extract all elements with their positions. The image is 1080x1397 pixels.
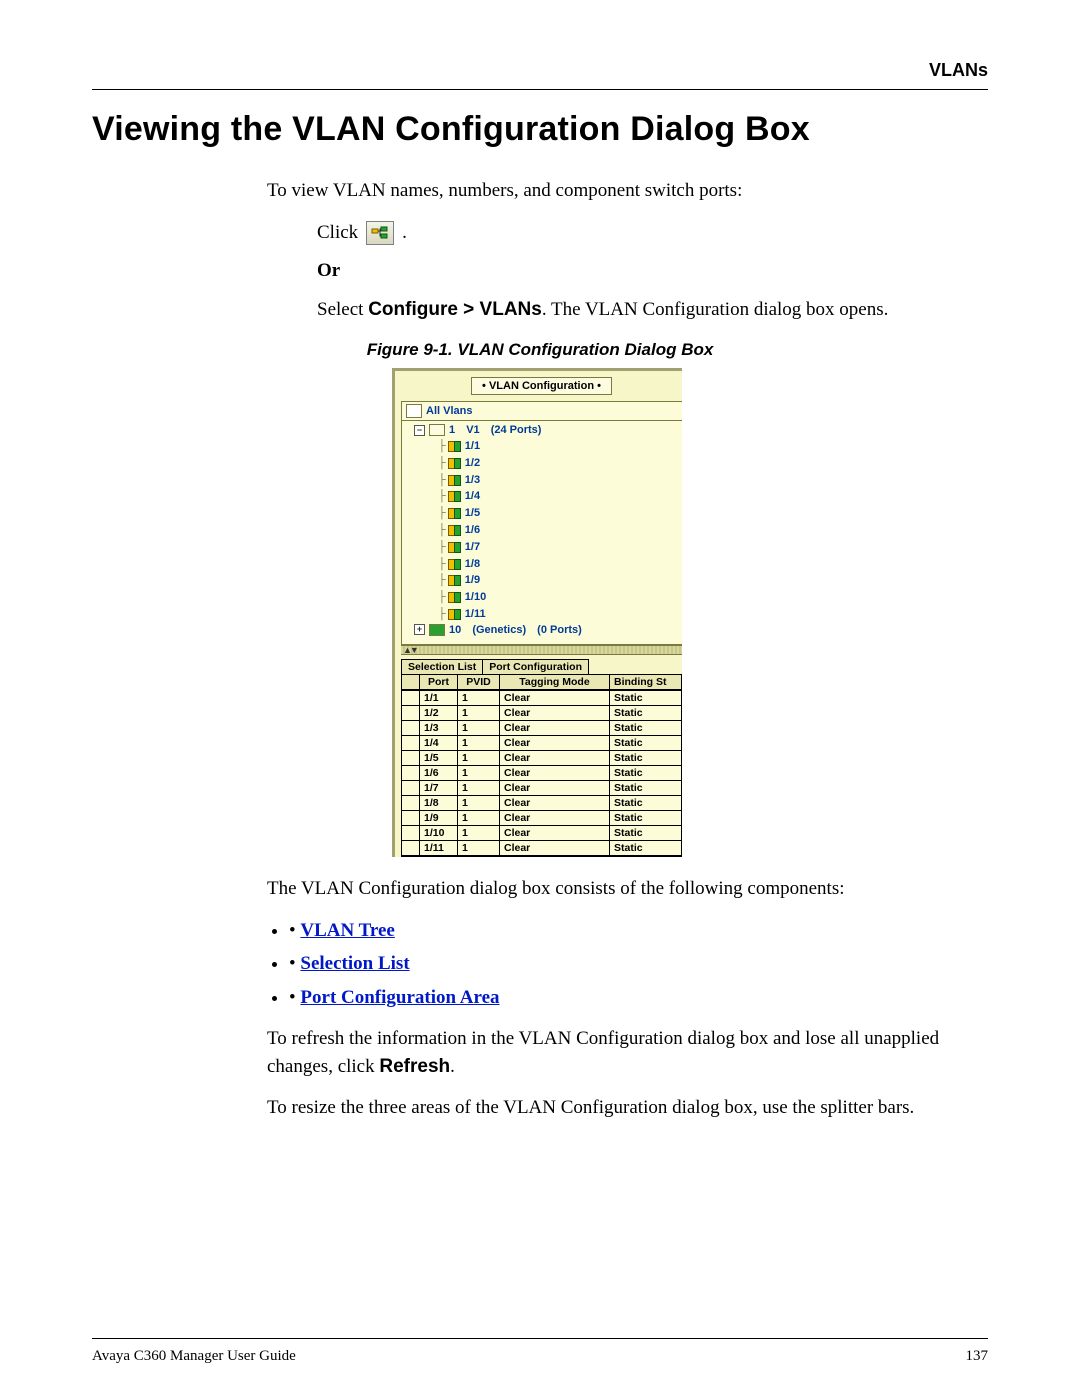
vlan-tree-pane[interactable]: All Vlans − 1 V1 (24 Ports) ├1/1├1/2├1/3… [401,401,682,645]
tree-vlan-10[interactable]: + 10 (Genetics) (0 Ports) [414,624,680,636]
tree-port-item[interactable]: ├1/10 [438,589,680,606]
tree-port-item[interactable]: ├1/5 [438,505,680,522]
consists-text: The VLAN Configuration dialog box consis… [267,875,988,903]
tree-vlan-1[interactable]: − 1 V1 (24 Ports) [414,424,680,436]
footer-left: Avaya C360 Manager User Guide [92,1348,296,1365]
expand-toggle-icon[interactable]: − [414,425,425,436]
vlan-toolbar-icon[interactable] [366,221,394,245]
table-row[interactable]: 1/71ClearStatic [402,781,682,796]
tree-port-item[interactable]: ├1/1 [438,438,680,455]
figure: • VLAN Configuration • All Vlans − 1 V1 [392,368,988,857]
port-table[interactable]: Port PVID Tagging Mode Binding St 1/11Cl… [401,674,682,857]
list-item: • VLAN Tree [289,917,988,945]
footer-page-number: 137 [966,1348,989,1365]
dialog-title: • VLAN Configuration • [471,377,612,395]
tree-port-item[interactable]: ├1/4 [438,488,680,505]
port-icon [448,491,461,502]
table-row[interactable]: 1/41ClearStatic [402,736,682,751]
tree-port-item[interactable]: ├1/7 [438,539,680,556]
tab-selection-list[interactable]: Selection List [401,659,483,675]
port-icon [448,542,461,553]
link-selection-list[interactable]: Selection List [300,953,409,974]
table-row[interactable]: 1/51ClearStatic [402,751,682,766]
page-title: Viewing the VLAN Configuration Dialog Bo… [92,110,988,149]
table-row[interactable]: 1/101ClearStatic [402,826,682,841]
figure-caption: Figure 9-1. VLAN Configuration Dialog Bo… [92,340,988,360]
table-row[interactable]: 1/21ClearStatic [402,706,682,721]
table-row[interactable]: 1/81ClearStatic [402,796,682,811]
select-instruction: Select Configure > VLANs. The VLAN Confi… [317,296,988,325]
click-period: . [402,219,407,248]
tree-port-item[interactable]: ├1/9 [438,572,680,589]
port-icon [448,525,461,536]
all-vlans-label: All Vlans [426,405,472,417]
all-vlans-icon [406,404,422,418]
tree-port-item[interactable]: ├1/11 [438,606,680,623]
vlan-icon [429,624,445,636]
expand-toggle-icon[interactable]: + [414,624,425,635]
resize-text: To resize the three areas of the VLAN Co… [267,1094,988,1122]
port-icon [448,458,461,469]
header-rule [92,89,988,90]
port-icon [448,559,461,570]
refresh-text: To refresh the information in the VLAN C… [267,1025,988,1080]
table-row[interactable]: 1/111ClearStatic [402,841,682,856]
link-port-config-area[interactable]: Port Configuration Area [300,987,499,1008]
vlan-icon [429,424,445,436]
click-label: Click [317,219,358,248]
port-icon [448,592,461,603]
table-header-row: Port PVID Tagging Mode Binding St [402,675,682,691]
table-row[interactable]: 1/11ClearStatic [402,691,682,706]
list-item: • Port Configuration Area [289,984,988,1012]
tree-port-item[interactable]: ├1/6 [438,522,680,539]
link-vlan-tree[interactable]: VLAN Tree [300,920,394,941]
splitter-bar[interactable]: ▲▼ [401,645,682,655]
table-row[interactable]: 1/31ClearStatic [402,721,682,736]
table-row[interactable]: 1/61ClearStatic [402,766,682,781]
port-icon [448,609,461,620]
tree-port-item[interactable]: ├1/3 [438,472,680,489]
running-header: VLANs [92,60,988,81]
intro-text: To view VLAN names, numbers, and compone… [267,177,988,205]
or-label: Or [317,257,988,286]
tab-port-configuration[interactable]: Port Configuration [483,659,589,675]
port-icon [448,508,461,519]
port-icon [448,475,461,486]
tree-port-item[interactable]: ├1/2 [438,455,680,472]
list-item: • Selection List [289,950,988,978]
tree-port-item[interactable]: ├1/8 [438,556,680,573]
port-icon [448,441,461,452]
footer-rule [92,1338,988,1339]
table-row[interactable]: 1/91ClearStatic [402,811,682,826]
port-icon [448,575,461,586]
